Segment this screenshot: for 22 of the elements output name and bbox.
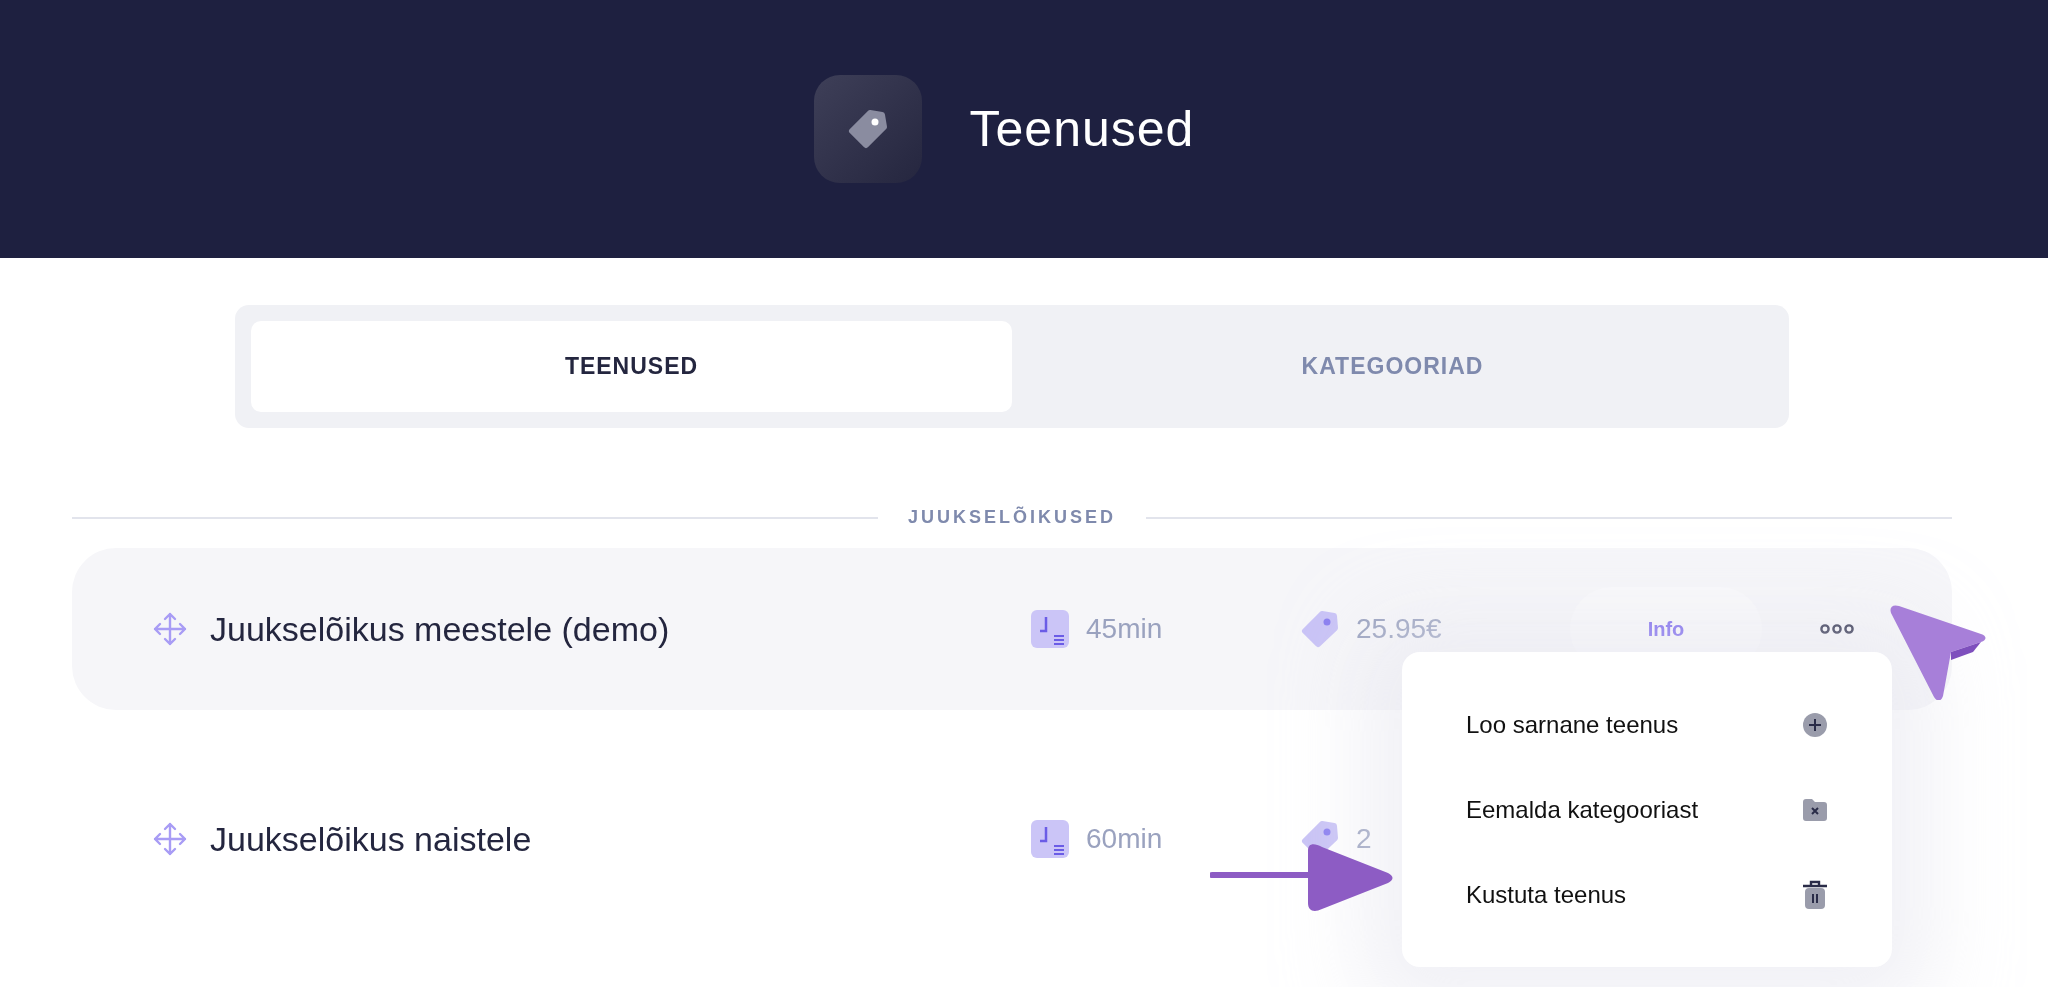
- tag-icon: [1300, 609, 1340, 649]
- tag-icon: [813, 75, 922, 183]
- menu-item[interactable]: Loo sarnane teenus: [1402, 682, 1892, 767]
- folder-remove-icon: [1802, 797, 1828, 822]
- clock-icon: [1030, 819, 1070, 859]
- move-icon[interactable]: [152, 821, 188, 857]
- trash-icon: [1802, 879, 1828, 910]
- tab[interactable]: TEENUSED: [251, 321, 1012, 412]
- price-text: 25.95€: [1356, 613, 1442, 645]
- duration-text: 60min: [1086, 823, 1163, 855]
- duration-text: 45min: [1086, 613, 1163, 645]
- more-icon[interactable]: [1820, 623, 1854, 635]
- category-heading: JUUKSELÕIKUSED: [908, 507, 1116, 528]
- move-icon[interactable]: [152, 611, 188, 647]
- menu-item[interactable]: Kustuta teenus: [1402, 852, 1892, 937]
- service-name: Juukselõikus meestele (demo): [210, 609, 671, 649]
- menu-item[interactable]: Eemalda kategooriast: [1402, 767, 1892, 852]
- service-name: Juukselõikus naistele: [210, 819, 533, 859]
- plus-icon: [1802, 711, 1828, 738]
- page-title: Teenused: [969, 100, 1195, 158]
- clock-icon: [1030, 609, 1070, 649]
- price-text: 2: [1356, 823, 1372, 855]
